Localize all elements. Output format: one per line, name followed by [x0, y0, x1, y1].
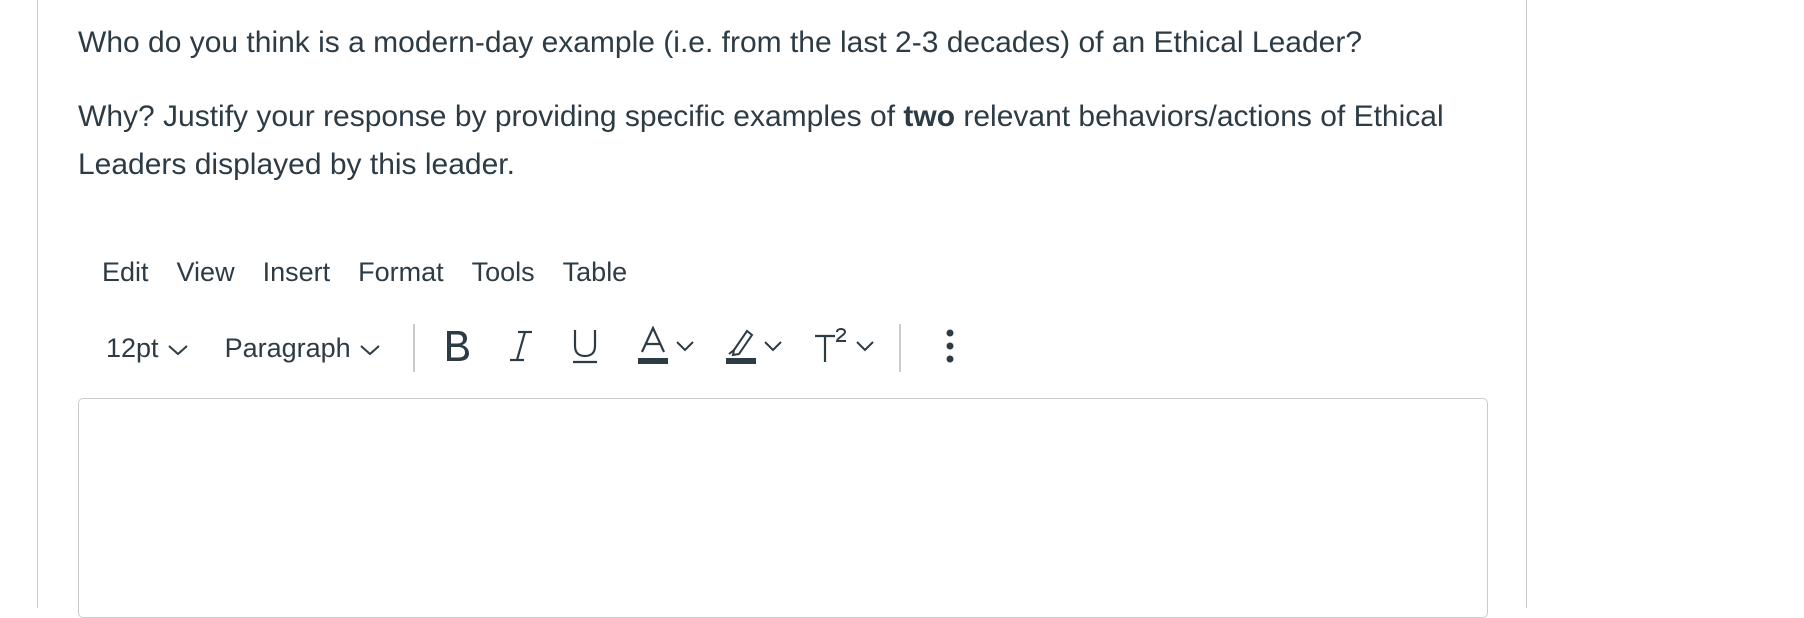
italic-icon — [507, 328, 535, 369]
toolbar-divider — [412, 324, 415, 372]
superscript-icon — [813, 326, 849, 371]
highlight-icon — [725, 326, 757, 371]
font-size-dropdown[interactable]: 12pt — [96, 322, 199, 374]
highlight-color-button[interactable] — [725, 322, 783, 374]
editor-toolbar: 12pt Paragraph — [96, 322, 965, 374]
instructions-text-1: Why? Justify your response by providing … — [78, 100, 904, 133]
font-size-value: 12pt — [106, 332, 159, 363]
menu-tools[interactable]: Tools — [458, 253, 549, 292]
editor-menubar: Edit View Insert Format Tools Table — [88, 252, 641, 292]
block-format-value: Paragraph — [224, 332, 351, 363]
menu-format[interactable]: Format — [344, 253, 458, 292]
chevron-down-icon — [167, 333, 189, 364]
bold-button[interactable] — [435, 322, 479, 374]
bold-icon — [442, 328, 472, 369]
menu-insert[interactable]: Insert — [249, 253, 345, 292]
menu-edit[interactable]: Edit — [88, 253, 163, 292]
chevron-down-icon — [359, 333, 381, 364]
chevron-down-icon — [763, 339, 783, 358]
instructions-bold-two: two — [903, 100, 956, 133]
chevron-down-icon — [855, 339, 875, 358]
chevron-down-icon — [675, 339, 695, 358]
underline-button[interactable] — [563, 322, 607, 374]
text-color-button[interactable] — [637, 322, 695, 374]
underline-icon — [570, 327, 600, 370]
toolbar-divider — [898, 324, 901, 372]
menu-table[interactable]: Table — [549, 253, 642, 292]
question-prompt: Who do you think is a modern-day example… — [78, 26, 1363, 59]
rich-text-editor-area[interactable] — [78, 398, 1488, 618]
question-instructions: Why? Justify your response by providing … — [78, 93, 1458, 189]
more-options-button[interactable] — [935, 322, 965, 374]
italic-button[interactable] — [499, 322, 543, 374]
more-vertical-icon — [946, 329, 954, 368]
menu-view[interactable]: View — [163, 253, 249, 292]
block-format-dropdown[interactable]: Paragraph — [215, 322, 391, 374]
text-color-icon — [637, 324, 669, 371]
superscript-button[interactable] — [813, 322, 875, 374]
